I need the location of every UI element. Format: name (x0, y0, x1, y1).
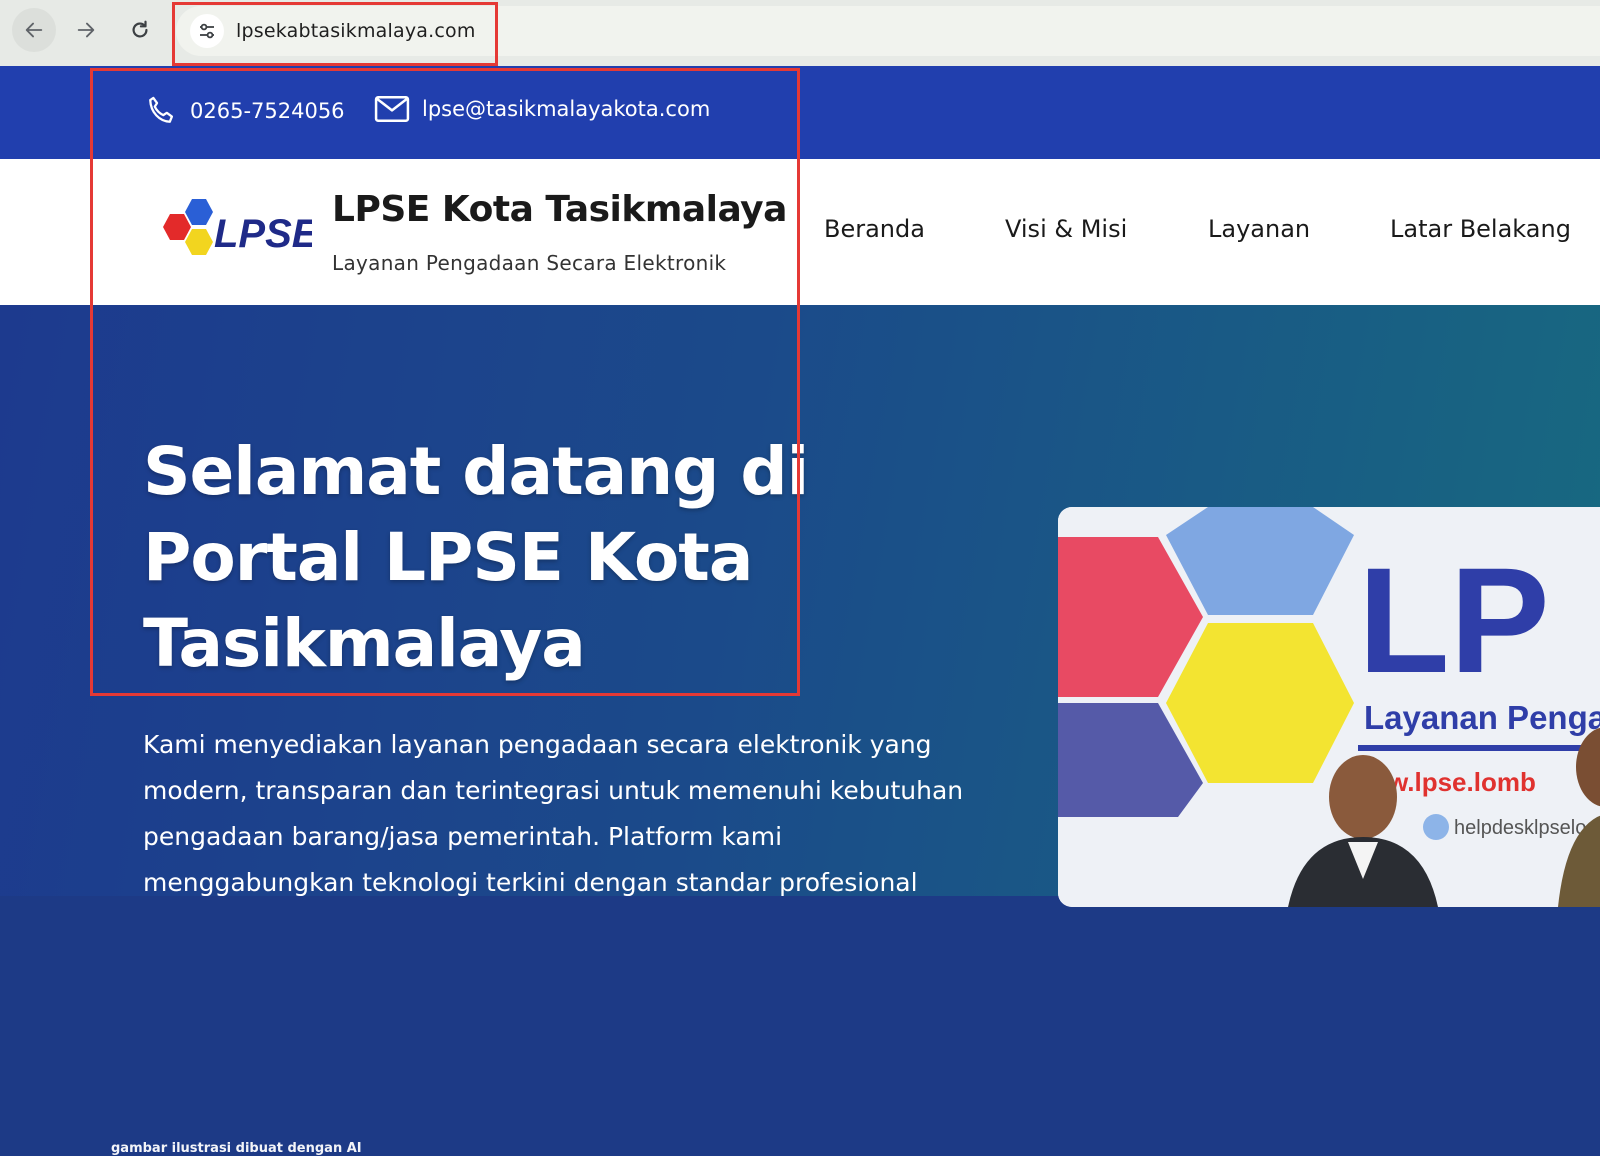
hero-title: Selamat datang di Portal LPSE Kota Tasik… (143, 433, 809, 682)
phone-icon (149, 96, 174, 123)
phone-number: 0265-7524056 (190, 99, 345, 123)
banner-text-helpdesk: helpdesklpselo (1454, 817, 1586, 839)
hero-photo: LP Layanan Pengada w.lpse.lomb helpdeskl… (1058, 507, 1600, 907)
contact-bar: 0265-7524056 lpse@tasikmalayakota.com (0, 66, 1600, 159)
site-header: LPSE LPSE Kota Tasikmalaya Layanan Penga… (0, 159, 1600, 305)
email-contact[interactable]: lpse@tasikmalayakota.com (374, 94, 710, 124)
address-bar[interactable]: lpsekabtasikmalaya.com (176, 6, 1600, 56)
menu-item-latar-belakang[interactable]: Latar Belakang (1390, 215, 1571, 243)
url-text: lpsekabtasikmalaya.com (236, 20, 476, 42)
banner-text-lp: LP (1358, 536, 1550, 704)
menu-item-beranda[interactable]: Beranda (824, 215, 925, 243)
email-address: lpse@tasikmalayakota.com (422, 97, 711, 121)
arrow-right-icon (77, 22, 95, 38)
banner-text-layanan: Layanan Pengada (1364, 699, 1600, 736)
forward-button[interactable] (64, 8, 108, 52)
hero-section: Selamat datang di Portal LPSE Kota Tasik… (0, 305, 1600, 1156)
site-subtitle: Layanan Pengadaan Secara Elektronik (332, 251, 727, 275)
reload-icon (132, 20, 148, 38)
hero-description: Kami menyediakan layanan pengadaan secar… (143, 730, 964, 897)
tune-icon (200, 23, 214, 39)
menu-item-visi-misi[interactable]: Visi & Misi (1005, 215, 1127, 243)
back-button[interactable] (12, 8, 56, 52)
banner-image: LP Layanan Pengada w.lpse.lomb helpdeskl… (1058, 507, 1600, 907)
mail-icon (374, 95, 410, 123)
phone-contact[interactable]: 0265-7524056 (144, 94, 345, 128)
site-title: LPSE Kota Tasikmalaya (332, 189, 787, 230)
logo-text: LPSE (214, 212, 312, 256)
menu-item-layanan[interactable]: Layanan (1208, 215, 1310, 243)
site-info-button[interactable] (190, 14, 224, 48)
reload-button[interactable] (118, 8, 162, 52)
banner-text-url: w.lpse.lomb (1387, 767, 1536, 797)
lpse-logo[interactable]: LPSE (150, 197, 312, 269)
ai-watermark: gambar ilustrasi dibuat dengan AI (111, 1141, 362, 1156)
browser-toolbar: lpsekabtasikmalaya.com (0, 0, 1600, 67)
arrow-left-icon (25, 22, 43, 38)
